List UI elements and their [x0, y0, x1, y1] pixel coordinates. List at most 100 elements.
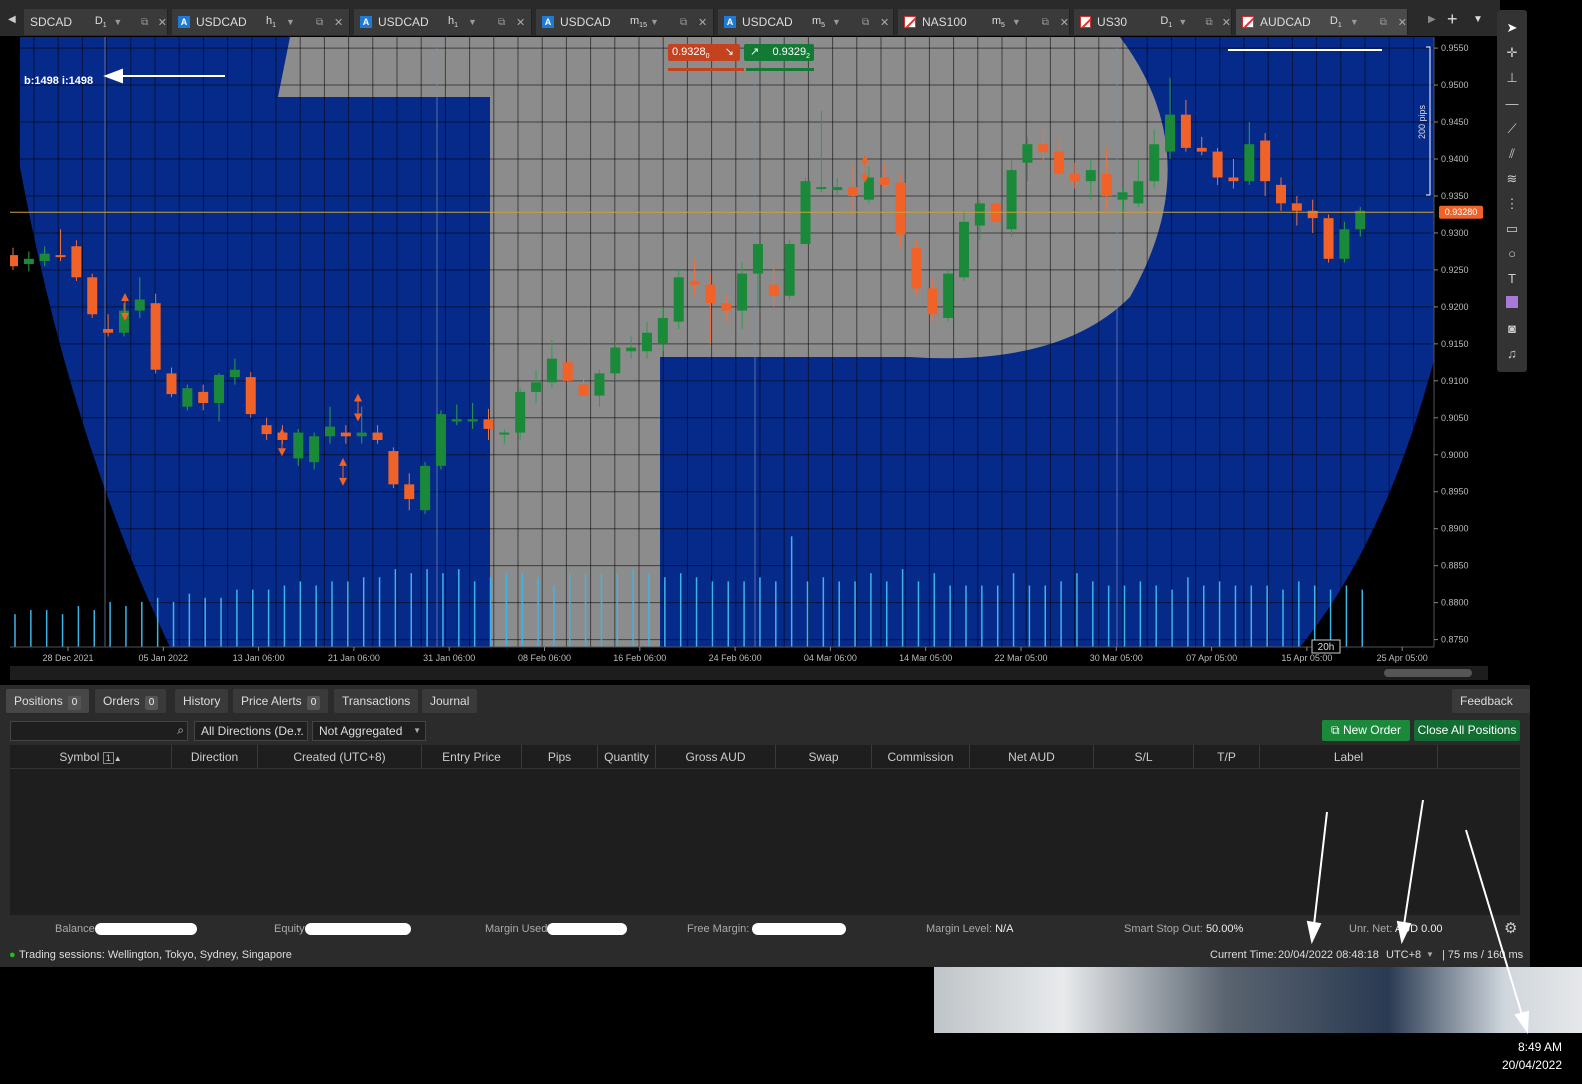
- add-tab-icon[interactable]: +: [1447, 9, 1458, 30]
- close-icon[interactable]: ✕: [1060, 16, 1069, 29]
- chart-tab-usdcad[interactable]: A USDCAD m15 ▼ ⧉ ✕: [536, 9, 714, 35]
- detach-icon[interactable]: ⧉: [1206, 17, 1222, 28]
- new-order-button[interactable]: ⧉ New Order: [1322, 720, 1410, 741]
- chevron-down-icon[interactable]: ▼: [1012, 17, 1042, 27]
- sell-button[interactable]: 0.93280 ↘: [668, 44, 740, 61]
- close-all-positions-button[interactable]: Close All Positions: [1414, 720, 1520, 741]
- tab-timeframe[interactable]: D1: [95, 15, 114, 29]
- detach-icon[interactable]: ⧉: [1380, 17, 1398, 28]
- search-input[interactable]: ⌕: [10, 721, 188, 741]
- close-icon[interactable]: ✕: [880, 16, 889, 29]
- horizontal-line-icon[interactable]: ―: [1502, 94, 1522, 114]
- col-tp[interactable]: T/P: [1194, 745, 1260, 769]
- pointer-icon[interactable]: ➤: [1502, 18, 1522, 38]
- chart-scroll-thumb[interactable]: [1384, 669, 1472, 677]
- close-icon[interactable]: ✕: [1398, 16, 1407, 29]
- trend-line-icon[interactable]: ⟋: [1502, 119, 1522, 139]
- chevron-down-icon[interactable]: ▼: [650, 17, 680, 27]
- chart-scrollbar[interactable]: [10, 666, 1488, 680]
- timezone-select[interactable]: UTC+8: [1386, 943, 1421, 967]
- tab-timeframe[interactable]: h1: [266, 15, 286, 29]
- col-quantity[interactable]: Quantity: [598, 745, 656, 769]
- chevron-down-icon[interactable]: ▼: [1426, 943, 1434, 967]
- chart-tab-nas100[interactable]: NAS100 m5 ▼ ⧉ ✕: [898, 9, 1070, 35]
- chart-tab-us30[interactable]: US30 D1 ▼ ⧉ ✕: [1074, 9, 1232, 35]
- close-icon[interactable]: ✕: [516, 16, 525, 29]
- tab-timeframe[interactable]: h1: [448, 15, 468, 29]
- tab-history[interactable]: History: [175, 689, 229, 713]
- unrealized-net-value: AUD 0.00: [1394, 923, 1443, 935]
- measure-icon[interactable]: ⊥: [1502, 68, 1522, 88]
- tab-price-alerts[interactable]: Price Alerts 0: [233, 689, 329, 713]
- candle-body: [832, 187, 843, 191]
- system-clock[interactable]: 8:49 AM 20/04/2022: [1502, 1038, 1562, 1074]
- detach-icon[interactable]: ⧉: [498, 17, 516, 28]
- tab-list-chevron-icon[interactable]: ▼: [1473, 14, 1483, 25]
- price-chart[interactable]: 0.9550 0.9500 0.9450 0.9400 0.9350 0.9300 0.92…: [10, 37, 1488, 665]
- fibonacci-icon[interactable]: ≋: [1502, 169, 1522, 189]
- col-label[interactable]: Label: [1260, 745, 1438, 769]
- aggregation-select[interactable]: Not Aggregated ▼: [312, 721, 426, 741]
- time-axis[interactable]: 28 Dec 2021 05 Jan 2022 13 Jan 06:00 21 Jan…: [10, 646, 1434, 663]
- close-icon[interactable]: ✕: [1222, 16, 1231, 29]
- chevron-down-icon[interactable]: ▼: [1178, 17, 1205, 27]
- direction-select[interactable]: All Directions (De... ▼: [194, 721, 308, 741]
- tab-positions[interactable]: Positions 0: [6, 689, 90, 713]
- candle-body: [182, 388, 193, 407]
- chevron-down-icon[interactable]: ▼: [832, 17, 862, 27]
- tab-orders[interactable]: Orders 0: [95, 689, 167, 713]
- chart-tab-usdcad[interactable]: A USDCAD h1 ▼ ⧉ ✕: [172, 9, 350, 35]
- col-created[interactable]: Created (UTC+8): [258, 745, 422, 769]
- tab-positions-label: Positions: [14, 694, 63, 708]
- buy-button[interactable]: ↗ 0.93292: [744, 44, 814, 61]
- detach-icon[interactable]: ⧉: [1042, 17, 1060, 28]
- tab-timeframe[interactable]: D1: [1330, 15, 1350, 29]
- detach-icon[interactable]: ⧉: [141, 17, 158, 28]
- chevron-down-icon[interactable]: ▼: [286, 17, 316, 27]
- screenshot-icon[interactable]: ◙: [1502, 319, 1522, 339]
- chevron-down-icon[interactable]: ▼: [113, 17, 141, 27]
- crosshair-icon[interactable]: ✛: [1502, 43, 1522, 63]
- col-swap[interactable]: Swap: [776, 745, 872, 769]
- feedback-button[interactable]: Feedback ▱: [1452, 689, 1530, 732]
- settings-gear-icon[interactable]: ⚙: [1504, 917, 1517, 941]
- channel-icon[interactable]: ⫽: [1502, 144, 1522, 164]
- tab-timeframe[interactable]: m15: [630, 15, 650, 29]
- alert-bell-icon[interactable]: ♫: [1502, 344, 1522, 364]
- close-icon[interactable]: ✕: [698, 16, 707, 29]
- chart-canvas[interactable]: 0.9550 0.9500 0.9450 0.9400 0.9350 0.9300 0.92…: [10, 37, 1488, 665]
- price-tick-label: 0.9300: [1441, 228, 1469, 238]
- col-pips[interactable]: Pips: [522, 745, 598, 769]
- detach-icon[interactable]: ⧉: [862, 17, 880, 28]
- col-gross[interactable]: Gross AUD: [656, 745, 776, 769]
- text-icon[interactable]: T: [1502, 269, 1522, 289]
- tab-timeframe[interactable]: m5: [992, 15, 1012, 29]
- detach-icon[interactable]: ⧉: [680, 17, 698, 28]
- price-tick-label: 0.9450: [1441, 117, 1469, 127]
- chevron-down-icon[interactable]: ▼: [468, 17, 498, 27]
- col-net[interactable]: Net AUD: [970, 745, 1094, 769]
- rectangle-icon[interactable]: ▭: [1502, 219, 1522, 239]
- col-direction[interactable]: Direction: [172, 745, 258, 769]
- tab-scroll-left-icon[interactable]: ◀: [8, 14, 16, 25]
- ellipse-icon[interactable]: ○: [1502, 244, 1522, 264]
- col-symbol[interactable]: Symbol 1 ▲: [10, 745, 172, 769]
- tab-journal[interactable]: Journal: [422, 689, 478, 713]
- tab-timeframe[interactable]: D1: [1160, 15, 1178, 29]
- close-icon[interactable]: ✕: [158, 16, 167, 29]
- chevron-down-icon[interactable]: ▼: [1350, 17, 1380, 27]
- close-icon[interactable]: ✕: [334, 16, 343, 29]
- chart-tab-sdcad[interactable]: SDCAD D1 ▼ ⧉ ✕: [24, 9, 168, 35]
- chart-tab-audcad[interactable]: AUDCAD D1 ▼ ⧉ ✕: [1236, 9, 1408, 35]
- tab-transactions[interactable]: Transactions: [334, 689, 419, 713]
- color-picker-icon[interactable]: [1502, 294, 1522, 314]
- tab-timeframe[interactable]: m5: [812, 15, 832, 29]
- detach-icon[interactable]: ⧉: [316, 17, 334, 28]
- tab-scroll-right-icon[interactable]: ▶: [1428, 14, 1436, 25]
- col-commission[interactable]: Commission: [872, 745, 970, 769]
- col-sl[interactable]: S/L: [1094, 745, 1194, 769]
- col-entry-price[interactable]: Entry Price: [422, 745, 522, 769]
- grid-tool-icon[interactable]: ⋮: [1502, 194, 1522, 214]
- chart-tab-usdcad[interactable]: A USDCAD h1 ▼ ⧉ ✕: [354, 9, 532, 35]
- chart-tab-usdcad[interactable]: A USDCAD m5 ▼ ⧉ ✕: [718, 9, 894, 35]
